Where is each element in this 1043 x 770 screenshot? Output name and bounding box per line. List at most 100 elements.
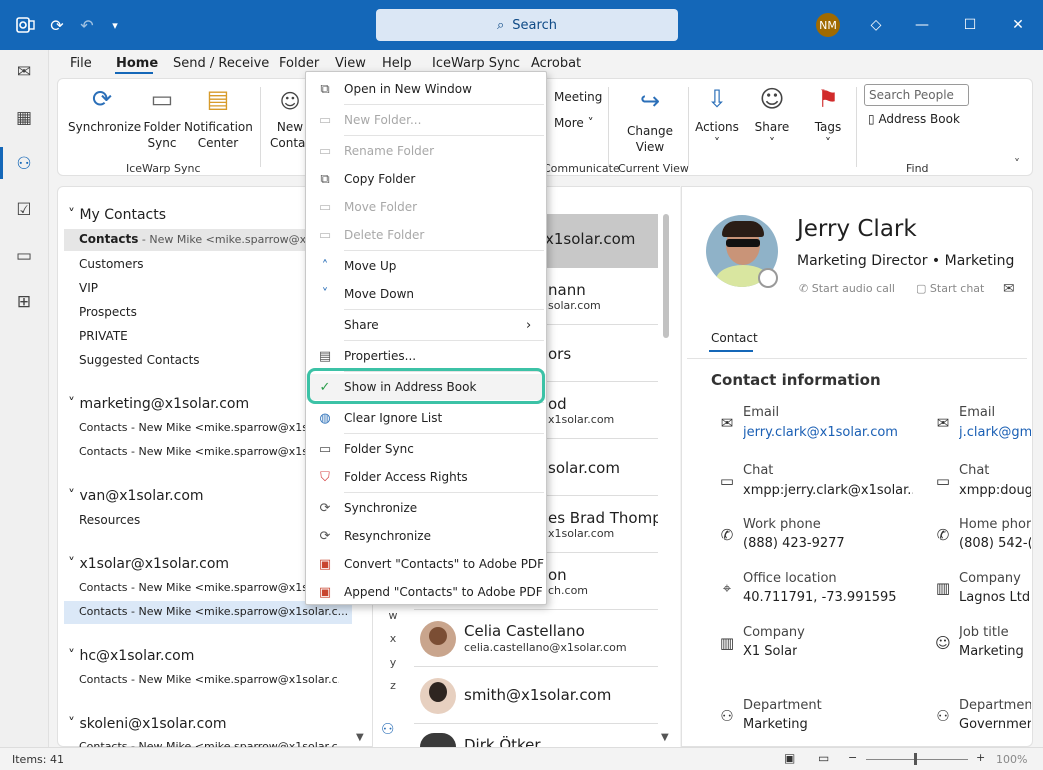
menu-separator bbox=[344, 104, 544, 105]
menu-append-pdf[interactable]: ▣ Append "Contacts" to Adobe PDF bbox=[306, 579, 546, 605]
email-link[interactable]: jerry.clark@x1solar.com bbox=[743, 425, 898, 440]
more-button[interactable]: More ˅ bbox=[554, 115, 594, 131]
menu-folder-access-rights[interactable]: ⛉ Folder Access Rights bbox=[306, 464, 546, 490]
folder-resources[interactable]: Resources bbox=[79, 513, 140, 527]
refresh-icon[interactable]: ⟳ bbox=[46, 14, 68, 36]
zoom-slider[interactable] bbox=[866, 759, 968, 760]
alphabet-index-w[interactable]: w bbox=[383, 609, 403, 622]
account-van[interactable]: ˅ van@x1solar.com bbox=[68, 488, 204, 504]
scroll-down-arrow-icon[interactable]: ▼ bbox=[356, 732, 364, 743]
meeting-button[interactable]: Meeting bbox=[554, 89, 602, 105]
minimize-icon[interactable]: — bbox=[910, 14, 934, 36]
email-icon[interactable]: ✉ bbox=[1003, 281, 1015, 297]
folder-contacts[interactable]: Contacts - New Mike <mike.sparrow@x1sola… bbox=[79, 421, 339, 434]
start-chat-button[interactable]: ▢ Start chat bbox=[916, 282, 984, 295]
folder-suggested-contacts[interactable]: Suggested Contacts bbox=[79, 353, 200, 367]
change-view-button[interactable]: ↪ Change View bbox=[620, 87, 680, 155]
maximize-icon[interactable]: ☐ bbox=[958, 14, 982, 36]
folder-private[interactable]: PRIVATE bbox=[79, 329, 128, 343]
search-people-input[interactable]: Search People bbox=[864, 84, 969, 106]
menu-share[interactable]: Share › bbox=[306, 312, 546, 338]
account-skoleni[interactable]: ˅ skoleni@x1solar.com bbox=[68, 716, 227, 732]
menu-synchronize[interactable]: ⟳ Synchronize bbox=[306, 495, 546, 521]
tab-home[interactable]: Home bbox=[116, 56, 158, 71]
contact-email: celia.castellano@x1solar.com bbox=[464, 641, 627, 654]
undo-icon[interactable]: ↶ bbox=[76, 14, 98, 36]
quick-access-dropdown-icon[interactable]: ▾ bbox=[106, 14, 124, 36]
flag-icon: ⚑ bbox=[817, 85, 839, 113]
close-icon[interactable]: ✕ bbox=[1006, 14, 1030, 36]
menu-rename-folder[interactable]: ▭ Rename Folder bbox=[306, 138, 546, 164]
account-marketing[interactable]: ˅ marketing@x1solar.com bbox=[68, 396, 249, 412]
start-audio-call-button[interactable]: ✆ Start audio call bbox=[799, 282, 895, 295]
menu-delete-folder[interactable]: ▭ Delete Folder bbox=[306, 222, 546, 248]
group-my-contacts[interactable]: ˅ My Contacts bbox=[68, 207, 166, 223]
share-button[interactable]: ☺ Share ˅ bbox=[750, 85, 794, 151]
account-x1solar[interactable]: ˅ x1solar@x1solar.com bbox=[68, 556, 229, 572]
menu-new-folder[interactable]: ▭ New Folder... bbox=[306, 107, 546, 133]
zoom-level[interactable]: 100% bbox=[996, 753, 1027, 766]
department-value: Marketing bbox=[743, 717, 808, 732]
folder-contacts[interactable]: Contacts - New Mike <mike.sparrow@x1sola… bbox=[79, 581, 339, 594]
folder-prospects[interactable]: Prospects bbox=[79, 305, 137, 319]
work-phone-value[interactable]: (888) 423-9277 bbox=[743, 536, 845, 551]
home-phone-value[interactable]: (808) 542-( bbox=[959, 536, 1031, 551]
zoom-out-icon[interactable]: − bbox=[848, 751, 857, 764]
new-contact-button[interactable]: ☺ New Contact bbox=[270, 89, 317, 151]
ribbon-collapse-icon[interactable]: ˅ bbox=[1014, 157, 1020, 171]
email-icon: ✉ bbox=[720, 414, 734, 432]
synchronize-button[interactable]: ⟳ Synchronize bbox=[68, 85, 141, 135]
folder-contacts[interactable]: Contacts - New Mike <mike.sparrow@x1sola… bbox=[79, 673, 339, 686]
menu-move-up[interactable]: ˄ Move Up bbox=[306, 253, 546, 279]
apps-icon[interactable]: ⊞ bbox=[10, 288, 38, 316]
folder-customers[interactable]: Customers bbox=[79, 257, 144, 271]
normal-view-icon[interactable]: ▣ bbox=[784, 751, 795, 765]
tasks-icon[interactable]: ☑ bbox=[10, 196, 38, 224]
folder-icon[interactable]: ▭ bbox=[10, 242, 38, 270]
menu-open-new-window[interactable]: ⧉ Open in New Window bbox=[306, 76, 546, 102]
alphabet-index-y[interactable]: y bbox=[383, 656, 403, 669]
menu-convert-pdf[interactable]: ▣ Convert "Contacts" to Adobe PDF bbox=[306, 551, 546, 577]
alphabet-index-z[interactable]: z bbox=[383, 679, 403, 692]
zoom-in-icon[interactable]: + bbox=[976, 751, 985, 764]
notification-center-button[interactable]: ▤ Notification Center bbox=[184, 85, 253, 151]
people-icon[interactable]: ⚇ bbox=[10, 150, 38, 178]
tab-contact[interactable]: Contact bbox=[711, 331, 758, 345]
menu-resynchronize[interactable]: ⟳ Resynchronize bbox=[306, 523, 546, 549]
menu-properties[interactable]: ▤ Properties... bbox=[306, 343, 546, 369]
search-box[interactable]: ⌕ Search bbox=[376, 9, 678, 41]
menu-move-down[interactable]: ˅ Move Down bbox=[306, 281, 546, 307]
user-avatar[interactable]: NM bbox=[816, 13, 840, 37]
tab-icewarp-sync[interactable]: IceWarp Sync bbox=[432, 56, 520, 71]
folder-contacts[interactable]: Contacts - New Mike <mike.sparrow@x1sola… bbox=[79, 445, 339, 458]
tab-acrobat[interactable]: Acrobat bbox=[531, 56, 581, 71]
account-hc[interactable]: ˅ hc@x1solar.com bbox=[68, 648, 194, 664]
tags-button[interactable]: ⚑ Tags ˅ bbox=[806, 85, 850, 151]
reading-view-icon[interactable]: ▭ bbox=[818, 751, 829, 765]
list-scrollbar[interactable] bbox=[663, 214, 669, 338]
people-globe-icon[interactable]: ⚇ bbox=[381, 720, 394, 738]
folder-sync-button[interactable]: ▭ Folder Sync bbox=[140, 85, 184, 151]
tab-send-receive[interactable]: Send / Receive bbox=[173, 56, 269, 71]
diamond-icon[interactable]: ◇ bbox=[864, 14, 888, 36]
scroll-down-arrow-icon[interactable]: ▼ bbox=[661, 732, 669, 743]
folder-vip[interactable]: VIP bbox=[79, 281, 98, 295]
avatar bbox=[420, 733, 456, 747]
properties-icon: ▤ bbox=[318, 348, 332, 364]
menu-folder-sync[interactable]: ▭ Folder Sync bbox=[306, 436, 546, 462]
alphabet-index-x[interactable]: x bbox=[383, 632, 403, 645]
menu-move-folder[interactable]: ▭ Move Folder bbox=[306, 194, 546, 220]
calendar-icon[interactable]: ▦ bbox=[10, 104, 38, 132]
zoom-slider-thumb[interactable] bbox=[914, 753, 917, 765]
tab-folder[interactable]: Folder bbox=[279, 56, 319, 71]
email-link[interactable]: j.clark@gm bbox=[959, 425, 1031, 440]
tab-view[interactable]: View bbox=[335, 56, 366, 71]
mail-icon[interactable]: ✉ bbox=[10, 58, 38, 86]
menu-clear-ignore-list[interactable]: ◍ Clear Ignore List bbox=[306, 405, 546, 431]
tab-help[interactable]: Help bbox=[382, 56, 412, 71]
actions-button[interactable]: ⇩ Actions ˅ bbox=[692, 85, 742, 151]
menu-copy-folder[interactable]: ⧉ Copy Folder bbox=[306, 166, 546, 192]
folder-contacts[interactable]: Contacts - New Mike <mike.sparrow@x1sola… bbox=[79, 740, 339, 747]
tab-file[interactable]: File bbox=[70, 56, 92, 71]
address-book-button[interactable]: ▯ Address Book bbox=[868, 112, 960, 126]
